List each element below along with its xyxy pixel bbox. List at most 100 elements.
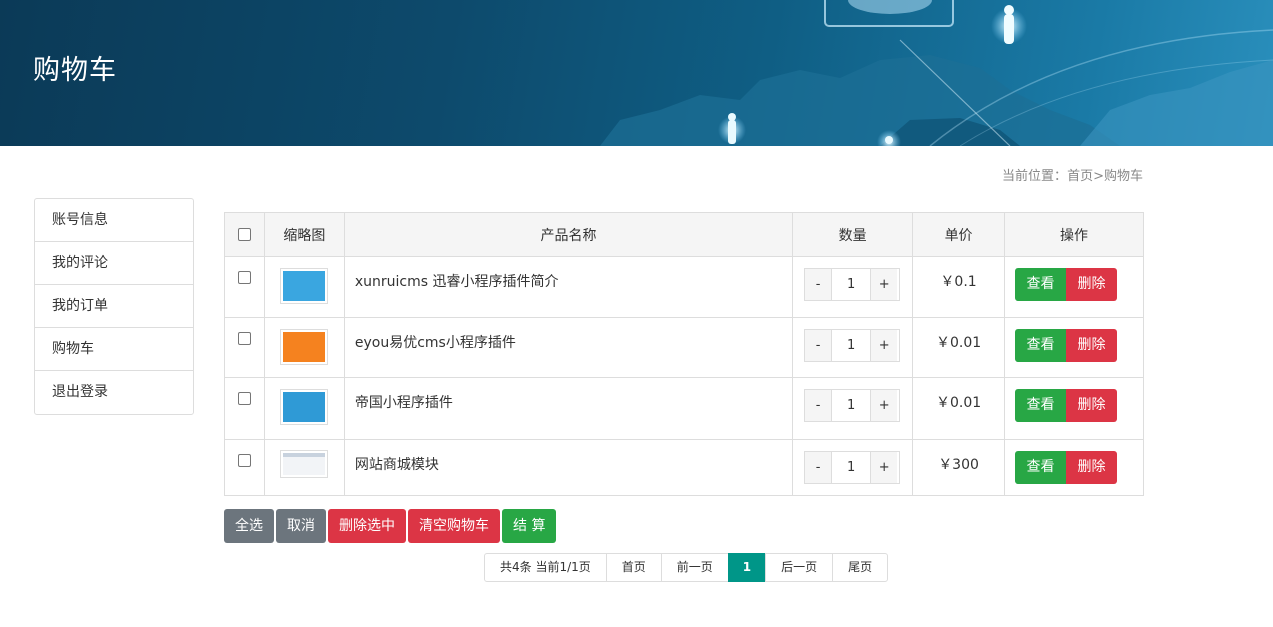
table-header-row: 缩略图 产品名称 数量 单价 操作 (224, 212, 1144, 257)
row-name-cell: 网站商城模块 (343, 439, 794, 496)
header-thumb: 缩略图 (263, 212, 345, 257)
qty-minus-button[interactable]: - (805, 390, 832, 421)
view-button[interactable]: 查看 (1015, 389, 1067, 422)
product-name: xunruicms 迅睿小程序插件简介 (354, 274, 559, 290)
cancel-selection-button[interactable]: 取消 (276, 509, 326, 543)
row-price-cell: ￥0.01 (912, 317, 1006, 378)
unit-price: ￥0.01 (935, 335, 982, 351)
product-thumbnail-image (283, 453, 326, 475)
table-row: 帝国小程序插件 - + ￥0.01 查看 删除 (224, 377, 1144, 440)
breadcrumb-separator: > (1093, 169, 1104, 184)
row-checkbox[interactable] (237, 332, 251, 345)
product-name: 帝国小程序插件 (354, 395, 453, 411)
breadcrumb: 当前位置：首页>购物车 (1002, 165, 1143, 184)
sidebar-item-cart[interactable]: 购物车 (35, 328, 193, 371)
row-name-cell: eyou易优cms小程序插件 (343, 317, 794, 378)
delete-selected-button[interactable]: 删除选中 (328, 509, 406, 543)
select-all-checkbox[interactable] (237, 228, 251, 241)
cart-actions: 全选 取消 删除选中 清空购物车 结 算 (224, 509, 557, 543)
qty-minus-button[interactable]: - (805, 269, 832, 300)
table-row: xunruicms 迅睿小程序插件简介 - + ￥0.1 查看 删除 (224, 256, 1144, 318)
unit-price: ￥0.1 (940, 274, 977, 290)
row-checkbox[interactable] (237, 271, 251, 284)
row-actions: 查看 删除 (1015, 389, 1143, 422)
product-thumbnail[interactable] (280, 329, 329, 365)
current-page-button[interactable]: 1 (727, 553, 767, 582)
sidebar-item-logout[interactable]: 退出登录 (35, 371, 193, 414)
page-banner: 购物车 (0, 0, 1273, 146)
qty-plus-button[interactable]: + (871, 330, 898, 361)
row-thumb-cell (263, 439, 345, 496)
qty-input[interactable] (831, 452, 872, 483)
row-select-cell (224, 439, 265, 496)
row-qty-cell: - + (792, 377, 914, 440)
header-product-name: 产品名称 (343, 212, 794, 257)
row-actions: 查看 删除 (1015, 451, 1143, 484)
row-op-cell: 查看 删除 (1004, 439, 1144, 496)
quantity-stepper: - + (804, 268, 901, 301)
view-button[interactable]: 查看 (1015, 268, 1067, 301)
view-button[interactable]: 查看 (1015, 451, 1067, 484)
delete-button[interactable]: 删除 (1066, 268, 1118, 301)
header-select-all-cell (224, 212, 265, 257)
product-thumbnail-image (283, 332, 326, 362)
page-title: 购物车 (33, 55, 117, 86)
row-thumb-cell (263, 256, 345, 318)
checkout-button[interactable]: 结 算 (502, 509, 557, 543)
row-price-cell: ￥0.01 (912, 377, 1006, 440)
last-page-button[interactable]: 尾页 (832, 553, 889, 582)
row-qty-cell: - + (792, 256, 914, 318)
cart-table: 缩略图 产品名称 数量 单价 操作 xunruicms 迅睿小程序插件简介 - … (224, 212, 1144, 496)
next-page-button[interactable]: 后一页 (765, 553, 834, 582)
row-op-cell: 查看 删除 (1004, 317, 1144, 378)
row-name-cell: 帝国小程序插件 (343, 377, 794, 440)
qty-plus-button[interactable]: + (871, 269, 898, 300)
sidebar-item-account-info[interactable]: 账号信息 (35, 199, 193, 242)
unit-price: ￥300 (938, 457, 979, 473)
product-name: eyou易优cms小程序插件 (354, 335, 516, 351)
row-price-cell: ￥300 (912, 439, 1006, 496)
row-checkbox[interactable] (237, 454, 251, 467)
row-actions: 查看 删除 (1015, 329, 1143, 362)
breadcrumb-home-link[interactable]: 首页 (1067, 169, 1093, 184)
product-thumbnail[interactable] (280, 268, 329, 304)
product-name: 网站商城模块 (354, 457, 439, 473)
qty-input[interactable] (831, 269, 872, 300)
row-checkbox[interactable] (237, 392, 251, 405)
breadcrumb-prefix: 当前位置： (1002, 169, 1068, 184)
row-thumb-cell (263, 317, 345, 378)
prev-page-button[interactable]: 前一页 (660, 553, 729, 582)
delete-button[interactable]: 删除 (1066, 389, 1118, 422)
banner-world-map-graphic (600, 0, 1273, 146)
quantity-stepper: - + (804, 451, 901, 484)
pagination-info: 共4条 当前1/1页 (484, 553, 607, 582)
row-name-cell: xunruicms 迅睿小程序插件简介 (343, 256, 794, 318)
row-qty-cell: - + (792, 317, 914, 378)
row-op-cell: 查看 删除 (1004, 377, 1144, 440)
product-thumbnail[interactable] (280, 389, 329, 425)
first-page-button[interactable]: 首页 (605, 553, 662, 582)
qty-plus-button[interactable]: + (871, 452, 898, 483)
qty-minus-button[interactable]: - (805, 452, 832, 483)
qty-plus-button[interactable]: + (871, 390, 898, 421)
row-price-cell: ￥0.1 (912, 256, 1006, 318)
row-thumb-cell (263, 377, 345, 440)
qty-minus-button[interactable]: - (805, 330, 832, 361)
qty-input[interactable] (831, 330, 872, 361)
table-row: 网站商城模块 - + ￥300 查看 删除 (224, 439, 1144, 496)
breadcrumb-current-link[interactable]: 购物车 (1104, 169, 1143, 184)
account-sidebar: 账号信息 我的评论 我的订单 购物车 退出登录 (34, 198, 194, 415)
delete-button[interactable]: 删除 (1066, 451, 1118, 484)
qty-input[interactable] (831, 390, 872, 421)
sidebar-item-my-comments[interactable]: 我的评论 (35, 242, 193, 285)
delete-button[interactable]: 删除 (1066, 329, 1118, 362)
header-operations: 操作 (1004, 212, 1144, 257)
sidebar-item-my-orders[interactable]: 我的订单 (35, 285, 193, 328)
select-all-button[interactable]: 全选 (224, 509, 274, 543)
clear-cart-button[interactable]: 清空购物车 (408, 509, 500, 543)
row-select-cell (224, 317, 265, 378)
product-thumbnail[interactable] (280, 450, 329, 478)
quantity-stepper: - + (804, 329, 901, 362)
view-button[interactable]: 查看 (1015, 329, 1067, 362)
row-op-cell: 查看 删除 (1004, 256, 1144, 318)
